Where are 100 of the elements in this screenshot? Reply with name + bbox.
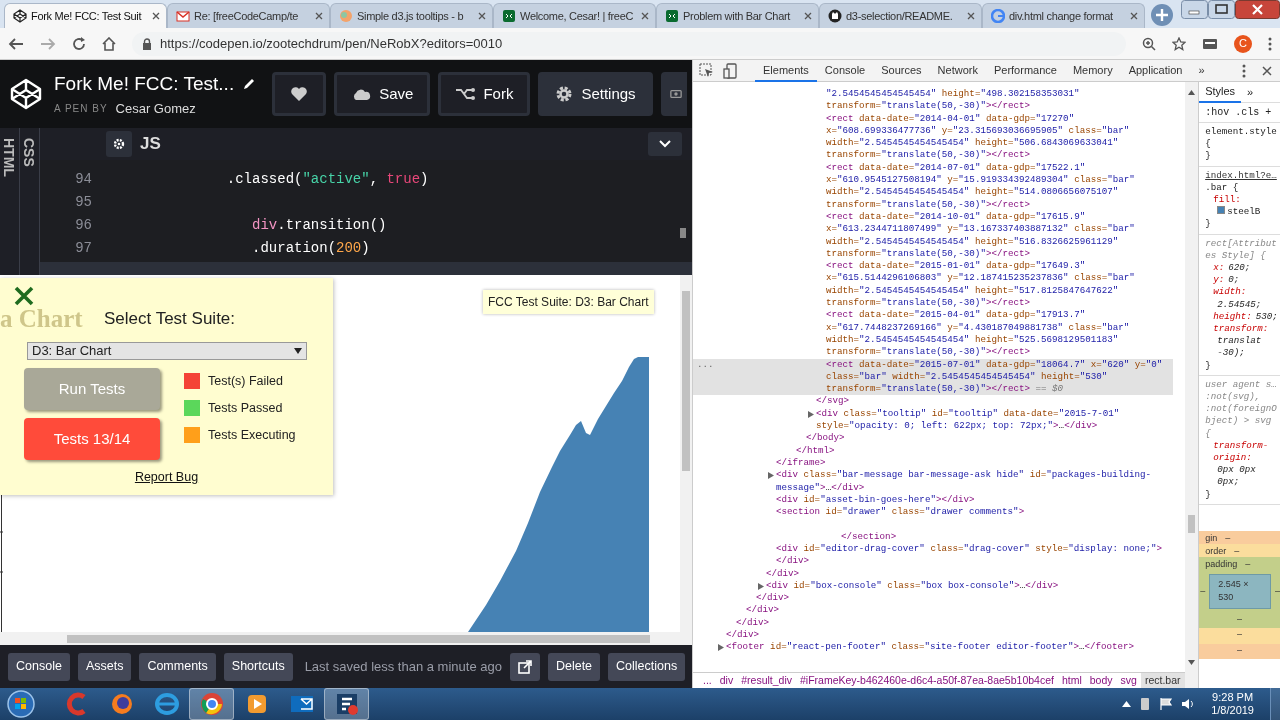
devtools-tab[interactable]: Elements <box>755 59 817 82</box>
author-link[interactable]: Cesar Gomez <box>115 98 196 118</box>
zoom-in-icon[interactable] <box>1142 36 1156 51</box>
dom-node[interactable]: "2.5454545454545454" height="498.302158353031" transform="translate(50,-30)"></rect> <box>826 88 1174 113</box>
minimize-icon[interactable] <box>1181 0 1208 19</box>
view-button[interactable] <box>660 72 687 116</box>
scrollbar[interactable] <box>1185 82 1199 688</box>
breadcrumb[interactable]: #result_div <box>737 673 796 688</box>
scroll-up-icon[interactable] <box>1188 90 1196 95</box>
close-icon[interactable] <box>1235 0 1280 19</box>
home-icon[interactable] <box>102 36 116 51</box>
breadcrumb[interactable]: svg <box>1116 673 1141 688</box>
breadcrumb[interactable]: body <box>1085 673 1117 688</box>
browser-tab[interactable]: Welcome, Cesar! | freeC <box>493 3 656 28</box>
filter-button[interactable]: + <box>1265 105 1272 120</box>
profile-avatar[interactable]: C <box>1234 34 1252 53</box>
color-swatch[interactable] <box>1217 206 1226 215</box>
dom-node[interactable]: <rect data-date="2014-04-01" data-gdp="17270" x="608.699336477736" y="23.315693036695905" class="bar" width="2.5454545454545454" height="506.6843069633041" transform="translate(50,-30)"></rect> <box>826 112 1174 162</box>
wheel-icon[interactable] <box>198 691 225 717</box>
footer-button[interactable]: Comments <box>139 652 216 681</box>
footer-button[interactable]: Console <box>8 652 70 681</box>
up-arrow-icon[interactable] <box>1122 701 1132 707</box>
devtools-tab[interactable]: Network <box>929 59 986 82</box>
dom-node[interactable]: <div id="box-console" class="box box-console">…</div> <box>766 579 1174 593</box>
expand-arrow-icon[interactable] <box>718 644 724 652</box>
more-tabs-button[interactable]: » <box>1241 82 1260 102</box>
dom-node[interactable]: <div class="bar-message bar-message-ask hide" id="packages-building-message">…</div> <box>776 469 1174 494</box>
back-arrow-icon[interactable] <box>8 36 24 51</box>
dom-node[interactable]: </html> <box>796 444 1174 457</box>
device-icon[interactable] <box>1139 697 1152 711</box>
devtools-tab[interactable]: Sources <box>873 59 930 82</box>
dom-node[interactable]: </div> <box>776 555 1174 568</box>
dom-node[interactable]: <rect data-date="2014-10-01" data-gdp="17615.9" x="613.2344711807499" y="13.167337403887132" class="bar" width="2.5454545454545454" height="516.8326625961129" transform="translate(50,-30)"></rect> <box>826 210 1174 261</box>
card-icon[interactable] <box>1202 37 1218 50</box>
dom-node[interactable]: </div> <box>726 629 1174 642</box>
close-icon[interactable] <box>152 12 160 20</box>
device-icon[interactable] <box>723 62 739 79</box>
close-icon[interactable] <box>1130 12 1138 20</box>
editor-settings-button[interactable] <box>106 131 132 157</box>
scrollbar-thumb[interactable] <box>1188 515 1196 533</box>
toolbar-button[interactable]: Fork <box>438 72 531 116</box>
footer-button[interactable]: Shortcuts <box>223 652 293 681</box>
scroll-down-icon[interactable] <box>1188 660 1196 665</box>
dom-node[interactable]: </svg> <box>816 395 1174 408</box>
speaker-icon[interactable] <box>1181 697 1196 711</box>
close-icon[interactable] <box>967 12 975 20</box>
browser-tab[interactable]: Fork Me! FCC: Test Suit <box>4 3 167 28</box>
breadcrumb[interactable]: html <box>1057 673 1086 688</box>
browser-tab[interactable]: div.html change format <box>982 3 1145 28</box>
filter-button[interactable]: :hov <box>1205 105 1230 120</box>
new-tab-icon[interactable] <box>1149 2 1175 28</box>
styles-tab[interactable]: Styles <box>1199 82 1242 103</box>
star-icon[interactable] <box>1172 36 1186 51</box>
expand-arrow-icon[interactable] <box>768 472 774 480</box>
scrollbar-thumb[interactable] <box>680 228 686 238</box>
close-icon[interactable] <box>13 286 35 306</box>
source-link[interactable]: index.html?e… <box>1205 169 1280 182</box>
dom-node[interactable]: <footer id="react-pen-footer" class="site-footer editor-footer">…</footer> <box>726 641 1174 654</box>
devtools-tab[interactable]: Application <box>1120 59 1191 82</box>
dom-node[interactable]: </section> <box>841 530 1174 543</box>
breadcrumb[interactable]: ... <box>699 673 716 688</box>
cube-logo-icon[interactable] <box>10 78 42 110</box>
collapse-button[interactable] <box>648 132 682 156</box>
inspect-icon[interactable] <box>699 62 715 79</box>
dom-node[interactable]: </div> <box>746 604 1174 617</box>
browser-tab[interactable]: d3-selection/README. <box>819 3 982 28</box>
toolbar-button[interactable]: Save <box>334 72 431 116</box>
close-icon[interactable] <box>641 12 649 20</box>
scrollbar-thumb[interactable] <box>67 635 650 643</box>
dom-node[interactable]: </div> <box>766 567 1174 580</box>
expand-arrow-icon[interactable] <box>758 582 764 590</box>
dom-node[interactable]: <div id="asset-bin-goes-here"></div> <box>776 493 1174 507</box>
footer-button[interactable]: Delete <box>547 652 601 681</box>
suite-select[interactable]: D3: Bar Chart <box>27 342 307 360</box>
breadcrumb[interactable]: #iFrameKey-b462460e-d6c4-a50f-87ea-8ae5b10b4cef <box>796 673 1058 688</box>
like-button[interactable] <box>272 72 327 116</box>
browser-tab[interactable]: Problem with Bar Chart <box>656 3 819 28</box>
open-external-button[interactable] <box>509 652 540 681</box>
maximize-icon[interactable] <box>1208 0 1235 19</box>
dom-node[interactable]: <rect data-date="2015-04-01" data-gdp="17913.7" x="617.7448237269166" y="4.430187049881738" class="bar" width="2.5454545454545454" height="525.5698129501183" transform="translate(50,-30)"></rect> <box>826 309 1174 359</box>
scrollbar[interactable] <box>680 275 692 632</box>
ring-icon[interactable] <box>153 691 180 717</box>
dom-node[interactable]: <section id="drawer" class="drawer comments"> <box>776 506 1174 519</box>
toolbar-button[interactable]: Settings <box>538 72 653 116</box>
close-icon[interactable] <box>315 12 323 20</box>
scrollbar[interactable] <box>0 632 692 645</box>
pencil-icon[interactable] <box>242 77 257 92</box>
close-icon[interactable] <box>804 12 812 20</box>
breadcrumb[interactable]: div <box>715 673 738 688</box>
dom-node[interactable]: <div class="tooltip" id="tooltip" data-date="2015-7-01" style="opacity: 0; left: 622px; top: 72px;">…</div> <box>816 407 1174 433</box>
flag-icon[interactable] <box>1159 697 1174 711</box>
address-field[interactable]: https://codepen.io/zootechdrum/pen/NeRobX?editors=0010 <box>132 31 1126 56</box>
footer-button[interactable]: Assets <box>77 652 132 681</box>
more-tabs-button[interactable]: » <box>1190 59 1213 82</box>
dom-node[interactable]: </iframe> <box>776 456 1174 470</box>
breadcrumb[interactable]: rect.bar <box>1140 673 1185 688</box>
dom-node[interactable]: <rect data-date="2015-01-01" data-gdp="17649.3" x="615.5144296106803" y="12.187415235237836" class="bar" width="2.5454545454545454" height="517.8125847647622" transform="translate(50,-30)"></rect> <box>826 260 1174 310</box>
reload-icon[interactable] <box>72 36 86 51</box>
dom-node[interactable]: </div> <box>736 616 1174 630</box>
browser-tab[interactable]: Simple d3.js tooltips - b <box>330 3 493 28</box>
